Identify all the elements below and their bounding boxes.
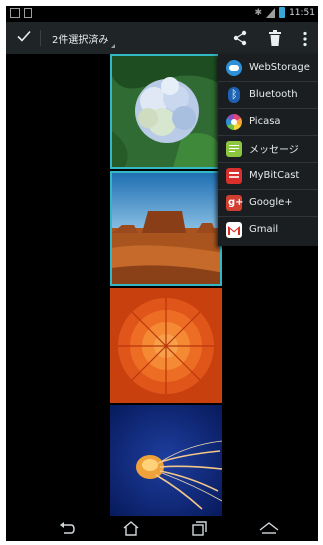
share-menu-label: Picasa: [249, 116, 281, 127]
overflow-menu-icon[interactable]: [302, 31, 308, 47]
battery-icon: [279, 7, 286, 18]
message-icon: [226, 140, 242, 157]
share-menu-label: Google+: [249, 197, 293, 208]
share-bluetooth-item[interactable]: ᛒ Bluetooth: [218, 81, 318, 109]
google-plus-icon: g+: [226, 194, 244, 211]
device-screen: ✱ 11:51 2件選択済み WebStorage ᛒ Bluetooth Pi…: [6, 6, 318, 541]
share-menu-label: WebStorage: [249, 62, 310, 73]
share-google-plus-item[interactable]: g+ Google+: [218, 189, 318, 217]
mybitcast-icon: [226, 167, 242, 184]
share-menu-label: Bluetooth: [249, 89, 298, 100]
picture-notification-icon: [10, 8, 20, 18]
webstorage-icon: [226, 59, 242, 76]
bluetooth-icon: ᛒ: [228, 86, 240, 103]
jellyfish-image: [110, 405, 222, 516]
share-icon[interactable]: [232, 30, 248, 46]
back-icon[interactable]: [58, 520, 76, 536]
photo-hydrangea[interactable]: [110, 54, 222, 169]
bluetooth-status-icon: ✱: [254, 7, 263, 18]
home-icon[interactable]: [122, 520, 140, 536]
share-menu-label: MyBitCast: [249, 170, 300, 181]
photo-jellyfish[interactable]: [110, 405, 222, 516]
photo-chrysanthemum[interactable]: [110, 288, 222, 403]
file-notification-icon: [24, 8, 32, 18]
gmail-icon: [226, 221, 242, 238]
navigation-bar: [6, 516, 318, 541]
done-check-icon[interactable]: [16, 28, 32, 44]
recent-apps-icon[interactable]: [190, 520, 208, 536]
share-menu: WebStorage ᛒ Bluetooth Picasa メッセージ MyBi…: [218, 54, 318, 246]
share-gmail-item[interactable]: Gmail: [218, 216, 318, 243]
share-picasa-item[interactable]: Picasa: [218, 108, 318, 136]
share-mybitcast-item[interactable]: MyBitCast: [218, 162, 318, 190]
action-bar-divider: [40, 30, 41, 46]
selection-count-title[interactable]: 2件選択済み: [52, 31, 108, 46]
action-bar: 2件選択済み: [6, 22, 318, 54]
chrysanthemum-image: [110, 288, 222, 403]
picasa-icon: [226, 113, 242, 130]
screenshot-capture-icon[interactable]: [258, 520, 280, 536]
share-message-item[interactable]: メッセージ: [218, 135, 318, 163]
share-menu-label: メッセージ: [249, 145, 299, 156]
status-time: 11:51: [289, 7, 315, 18]
photo-desert[interactable]: [110, 171, 222, 286]
signal-icon: [266, 7, 276, 18]
delete-icon[interactable]: [268, 30, 282, 46]
share-webstorage-item[interactable]: WebStorage: [218, 54, 318, 82]
desert-butte-image: [112, 173, 220, 284]
selection-dropdown-icon[interactable]: [111, 44, 115, 48]
share-menu-label: Gmail: [249, 224, 279, 235]
status-bar: ✱ 11:51: [6, 6, 318, 22]
hydrangea-image: [112, 56, 220, 167]
